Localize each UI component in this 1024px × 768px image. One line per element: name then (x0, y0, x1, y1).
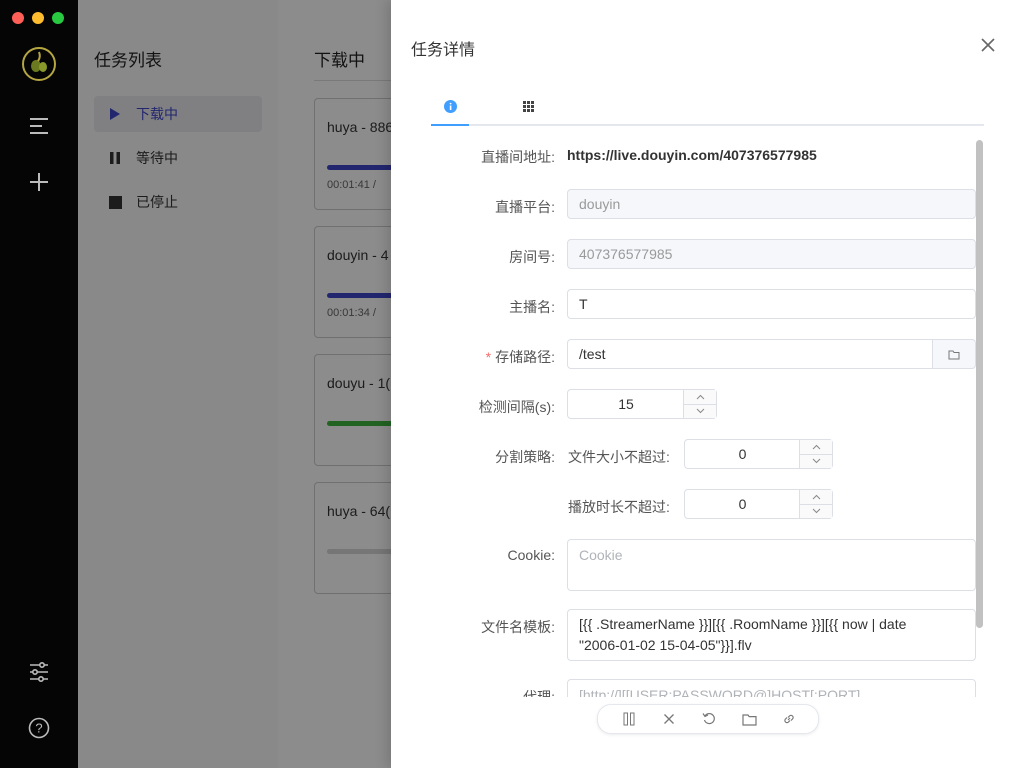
room-label: 房间号: (509, 249, 555, 265)
duration-limit-label: 播放时长不超过: (568, 499, 670, 515)
menu-icon[interactable] (24, 111, 54, 141)
streamer-label: 主播名: (509, 299, 555, 315)
drawer-close-button[interactable] (977, 34, 999, 56)
browse-folder-button[interactable] (933, 339, 976, 369)
chevron-up-icon (812, 444, 820, 450)
cookie-textarea[interactable]: Cookie (567, 539, 976, 591)
chevron-down-icon (812, 458, 820, 464)
task-detail-drawer: 任务详情 直播间地址: https://live.douyin.com/4073… (391, 0, 1024, 768)
refresh-button[interactable] (700, 710, 718, 728)
app-sidebar: ? (0, 0, 78, 768)
decrement-button[interactable] (684, 404, 716, 418)
decrement-button[interactable] (800, 454, 832, 468)
proxy-field[interactable]: [http://][[USER:PASSWORD@]HOST[:PORT] (567, 679, 976, 697)
path-field[interactable]: /test (567, 339, 933, 369)
required-asterisk: * (485, 349, 492, 365)
url-value: https://live.douyin.com/407376577985 (567, 147, 817, 163)
template-label: 文件名模板: (481, 619, 555, 635)
template-textarea[interactable]: [{{ .StreamerName }}][{{ .RoomName }}][{… (567, 609, 976, 661)
size-limit-label: 文件大小不超过: (568, 449, 670, 465)
duration-limit-value[interactable]: 0 (685, 490, 800, 518)
streamer-field[interactable]: T (567, 289, 976, 319)
scrollbar-thumb[interactable] (976, 140, 983, 628)
tab-grid[interactable] (509, 88, 547, 124)
platform-field[interactable]: douyin (567, 189, 976, 219)
template-line: "2006-01-02 15-04-05"}}].flv (579, 637, 752, 653)
open-folder-button[interactable] (740, 710, 758, 728)
interval-label: 检测间隔(s): (478, 399, 555, 415)
close-icon (981, 38, 995, 52)
svg-text:?: ? (35, 721, 42, 736)
chevron-down-icon (696, 408, 704, 414)
pause-button[interactable] (620, 710, 638, 728)
duration-limit-stepper[interactable]: 0 (684, 489, 833, 519)
size-limit-stepper[interactable]: 0 (684, 439, 833, 469)
chevron-up-icon (696, 394, 704, 400)
cookie-placeholder: Cookie (579, 547, 623, 563)
platform-label: 直播平台: (495, 199, 555, 215)
url-label: 直播间地址: (481, 149, 555, 165)
drawer-title: 任务详情 (411, 42, 476, 59)
sliders-icon[interactable] (24, 657, 54, 687)
proxy-placeholder: [http://][[USER:PASSWORD@]HOST[:PORT] (579, 687, 861, 697)
plus-icon[interactable] (24, 167, 54, 197)
window-minimize-button[interactable] (32, 12, 44, 24)
size-limit-value[interactable]: 0 (685, 440, 800, 468)
tab-info[interactable] (431, 88, 469, 126)
interval-value[interactable]: 15 (568, 390, 684, 418)
link-icon (784, 714, 794, 724)
remove-button[interactable] (660, 710, 678, 728)
increment-button[interactable] (684, 390, 716, 405)
path-label: * 存储路径: (485, 349, 555, 365)
folder-icon (741, 713, 757, 726)
window-close-button[interactable] (12, 12, 24, 24)
split-label: 分割策略: (495, 449, 555, 465)
action-toolbar (597, 704, 819, 734)
increment-button[interactable] (800, 490, 832, 505)
chevron-down-icon (812, 508, 820, 514)
interval-stepper[interactable]: 15 (567, 389, 717, 419)
decrement-button[interactable] (800, 504, 832, 518)
grid-icon (522, 100, 534, 112)
increment-button[interactable] (800, 440, 832, 455)
help-icon[interactable]: ? (24, 713, 54, 743)
chevron-up-icon (812, 494, 820, 500)
cookie-label: Cookie: (507, 547, 555, 563)
info-icon (443, 99, 457, 113)
proxy-label: 代理: (523, 689, 555, 697)
detail-tabs (431, 88, 984, 126)
pause-icon (623, 712, 635, 726)
window-zoom-button[interactable] (52, 12, 64, 24)
folder-icon (948, 350, 960, 359)
template-line: [{{ .StreamerName }}][{{ .RoomName }}][{… (579, 616, 907, 632)
copy-link-button[interactable] (780, 710, 798, 728)
close-icon (664, 714, 674, 724)
room-field[interactable]: 407376577985 (567, 239, 976, 269)
refresh-icon (702, 712, 715, 725)
proxy-row-clip: 代理: [http://][[USER:PASSWORD@]HOST[:PORT… (431, 679, 984, 697)
olive-logo-icon (21, 46, 57, 82)
